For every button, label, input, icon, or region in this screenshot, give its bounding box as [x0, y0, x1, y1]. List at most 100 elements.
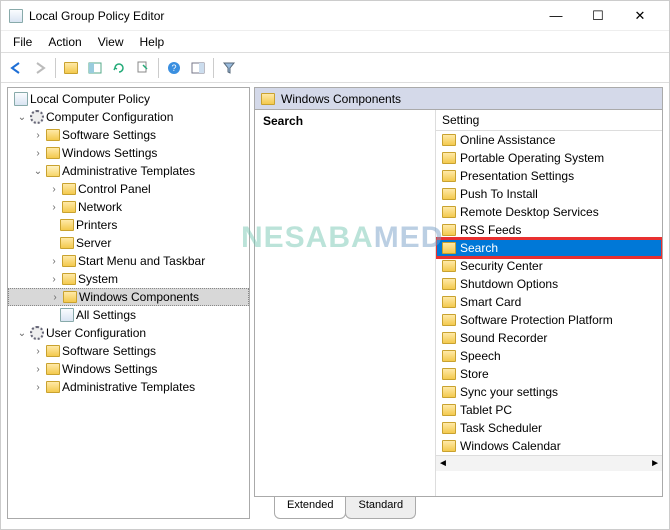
setting-item[interactable]: Shutdown Options	[436, 275, 662, 293]
chevron-right-icon[interactable]: ›	[48, 273, 60, 285]
tree-label: Administrative Templates	[62, 380, 195, 394]
setting-item[interactable]: Software Protection Platform	[436, 311, 662, 329]
tree-control-panel[interactable]: › Control Panel	[8, 180, 249, 198]
close-button[interactable]: ✕	[619, 2, 661, 30]
filter-button[interactable]	[218, 57, 240, 79]
right-pane: Windows Components Search Setting Online…	[254, 87, 663, 497]
tab-extended[interactable]: Extended	[274, 497, 346, 519]
chevron-right-icon[interactable]: ›	[32, 129, 44, 141]
export-icon	[135, 60, 151, 76]
folder-icon	[442, 296, 456, 308]
tree-label: Control Panel	[78, 182, 151, 196]
setting-item[interactable]: Presentation Settings	[436, 167, 662, 185]
main-split: Local Computer Policy ⌄ Computer Configu…	[1, 83, 669, 523]
tree-network[interactable]: › Network	[8, 198, 249, 216]
setting-item[interactable]: Search	[436, 239, 662, 257]
setting-label: Portable Operating System	[460, 151, 604, 165]
tree-label: Windows Settings	[62, 146, 157, 160]
tree-cc-software[interactable]: › Software Settings	[8, 126, 249, 144]
tree-cc-windows[interactable]: › Windows Settings	[8, 144, 249, 162]
panel-icon	[190, 60, 206, 76]
tree-uc-admin[interactable]: › Administrative Templates	[8, 378, 249, 396]
tree-computer-config[interactable]: ⌄ Computer Configuration	[8, 108, 249, 126]
menu-view[interactable]: View	[90, 33, 132, 51]
chevron-down-icon[interactable]: ⌄	[16, 327, 28, 339]
setting-item[interactable]: RSS Feeds	[436, 221, 662, 239]
chevron-right-icon[interactable]: ›	[48, 255, 60, 267]
tree-root[interactable]: Local Computer Policy	[8, 90, 249, 108]
chevron-right-icon[interactable]: ›	[32, 381, 44, 393]
breadcrumb: Windows Components	[255, 88, 662, 110]
setting-label: Windows Calendar	[460, 439, 561, 453]
setting-item[interactable]: Smart Card	[436, 293, 662, 311]
tab-standard[interactable]: Standard	[345, 497, 416, 519]
forward-button[interactable]	[29, 57, 51, 79]
scroll-right-icon[interactable]: ►	[650, 458, 660, 469]
tree-all-settings[interactable]: All Settings	[8, 306, 249, 324]
tree-system[interactable]: › System	[8, 270, 249, 288]
setting-label: Push To Install	[460, 187, 538, 201]
up-button[interactable]	[60, 57, 82, 79]
setting-item[interactable]: Portable Operating System	[436, 149, 662, 167]
setting-label: Security Center	[460, 259, 543, 273]
maximize-button[interactable]: ☐	[577, 2, 619, 30]
folder-icon	[442, 332, 456, 344]
chevron-right-icon[interactable]: ›	[49, 291, 61, 303]
setting-item[interactable]: Sync your settings	[436, 383, 662, 401]
help-button[interactable]: ?	[163, 57, 185, 79]
chevron-right-icon[interactable]: ›	[48, 201, 60, 213]
tree-printers[interactable]: Printers	[8, 216, 249, 234]
policy-icon	[14, 92, 28, 106]
setting-item[interactable]: Push To Install	[436, 185, 662, 203]
chevron-down-icon[interactable]: ⌄	[16, 111, 28, 123]
export-button[interactable]	[132, 57, 154, 79]
setting-label: Presentation Settings	[460, 169, 574, 183]
show-hide-action-button[interactable]	[187, 57, 209, 79]
folder-icon	[62, 273, 76, 285]
tree-pane[interactable]: Local Computer Policy ⌄ Computer Configu…	[7, 87, 250, 519]
tree-uc-windows[interactable]: › Windows Settings	[8, 360, 249, 378]
app-icon	[9, 9, 23, 23]
chevron-right-icon[interactable]: ›	[32, 147, 44, 159]
setting-item[interactable]: Store	[436, 365, 662, 383]
chevron-down-icon[interactable]: ⌄	[32, 165, 44, 177]
setting-item[interactable]: Sound Recorder	[436, 329, 662, 347]
tree-startmenu[interactable]: › Start Menu and Taskbar	[8, 252, 249, 270]
titlebar: Local Group Policy Editor — ☐ ✕	[1, 1, 669, 31]
refresh-button[interactable]	[108, 57, 130, 79]
panel-icon	[87, 60, 103, 76]
show-hide-tree-button[interactable]	[84, 57, 106, 79]
setting-item[interactable]: Remote Desktop Services	[436, 203, 662, 221]
folder-icon	[46, 363, 60, 375]
chevron-right-icon[interactable]: ›	[48, 183, 60, 195]
tree-label: All Settings	[76, 308, 136, 322]
tree-server[interactable]: Server	[8, 234, 249, 252]
setting-item[interactable]: Online Assistance	[436, 131, 662, 149]
horizontal-scrollbar[interactable]: ◄ ►	[436, 455, 662, 471]
toolbar: ?	[1, 53, 669, 83]
settings-list[interactable]: Setting Online Assistance Portable Operat…	[435, 110, 662, 496]
setting-item[interactable]: Tablet PC	[436, 401, 662, 419]
menu-help[interactable]: Help	[132, 33, 173, 51]
setting-item[interactable]: Security Center	[436, 257, 662, 275]
folder-icon	[442, 152, 456, 164]
tree-user-config[interactable]: ⌄ User Configuration	[8, 324, 249, 342]
setting-item[interactable]: Speech	[436, 347, 662, 365]
back-button[interactable]	[5, 57, 27, 79]
tree-uc-software[interactable]: › Software Settings	[8, 342, 249, 360]
chevron-right-icon[interactable]: ›	[32, 345, 44, 357]
tree-cc-admin[interactable]: ⌄ Administrative Templates	[8, 162, 249, 180]
folder-icon	[442, 350, 456, 362]
minimize-button[interactable]: —	[535, 2, 577, 30]
tree-windows-components[interactable]: › Windows Components	[8, 288, 249, 306]
tree-label: Windows Components	[79, 290, 199, 304]
chevron-right-icon[interactable]: ›	[32, 363, 44, 375]
settings-column-header[interactable]: Setting	[436, 110, 662, 131]
description-header: Search	[263, 114, 427, 128]
scroll-left-icon[interactable]: ◄	[438, 458, 448, 469]
tree-label: Computer Configuration	[46, 110, 173, 124]
setting-item[interactable]: Windows Calendar	[436, 437, 662, 455]
menu-action[interactable]: Action	[40, 33, 89, 51]
menu-file[interactable]: File	[5, 33, 40, 51]
setting-item[interactable]: Task Scheduler	[436, 419, 662, 437]
